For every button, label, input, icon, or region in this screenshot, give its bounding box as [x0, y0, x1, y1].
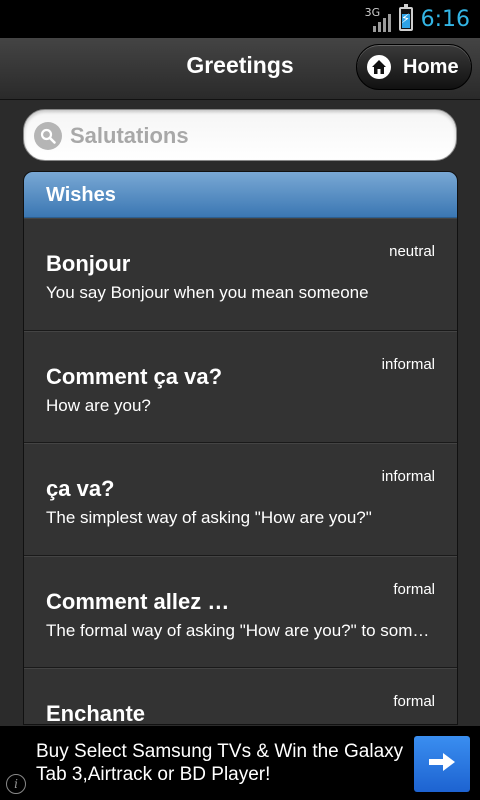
- item-description: How are you?: [46, 395, 151, 415]
- search-bar: [23, 109, 457, 161]
- battery-icon: ⚡: [398, 4, 413, 31]
- search-input[interactable]: [70, 116, 440, 156]
- clock: 6:16: [420, 6, 470, 32]
- item-tag: informal: [381, 468, 435, 485]
- item-title: Enchante: [46, 701, 146, 725]
- info-icon[interactable]: i: [6, 774, 26, 794]
- item-title: Comment ça va?: [46, 363, 223, 389]
- item-tag: formal: [393, 693, 435, 710]
- status-bar: 3G ⚡ 6:16: [0, 0, 480, 38]
- item-title: Comment allez …: [46, 588, 230, 614]
- signal-icon: 3G: [365, 6, 391, 32]
- list-item[interactable]: Comment allez … The formal way of asking…: [24, 555, 457, 668]
- list-item[interactable]: Comment ça va? How are you? informal: [24, 330, 457, 443]
- greetings-list: Wishes Bonjour You say Bonjour when you …: [23, 171, 458, 725]
- list-item[interactable]: ça va? The simplest way of asking "How a…: [24, 443, 457, 556]
- item-tag: formal: [393, 580, 435, 598]
- list-item[interactable]: Bonjour You say Bonjour when you mean so…: [24, 218, 457, 331]
- home-button[interactable]: Home: [356, 44, 472, 90]
- home-button-label: Home: [403, 55, 459, 78]
- home-icon: [367, 55, 391, 79]
- list-divider: Wishes: [24, 172, 457, 218]
- item-tag: neutral: [389, 243, 435, 260]
- item-title: ça va?: [46, 476, 115, 501]
- item-description: You say Bonjour when you mean someone: [46, 283, 369, 302]
- item-description: The simplest way of asking "How are you?…: [46, 508, 372, 527]
- list-item[interactable]: Enchante formal: [24, 668, 457, 725]
- arrow-right-icon: [427, 751, 457, 778]
- ad-banner[interactable]: Buy Select Samsung TVs & Win the Galaxy …: [0, 726, 480, 800]
- header-bar: Greetings Home: [0, 38, 480, 100]
- ad-go-button[interactable]: [414, 736, 470, 792]
- item-title: Bonjour: [46, 251, 131, 276]
- item-description: The formal way of asking "How are you?" …: [46, 620, 436, 640]
- ad-text: Buy Select Samsung TVs & Win the Galaxy …: [36, 741, 404, 785]
- search-icon: [34, 122, 62, 150]
- item-tag: informal: [381, 355, 435, 373]
